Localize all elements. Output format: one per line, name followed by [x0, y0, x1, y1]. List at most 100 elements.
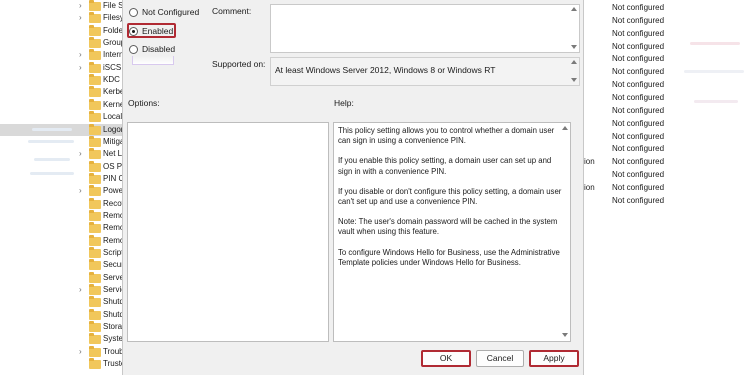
- chevron-right-icon[interactable]: ›: [79, 347, 87, 357]
- tree-item[interactable]: › iSCSI: [0, 61, 124, 74]
- tree-item[interactable]: KDC: [0, 74, 122, 86]
- tree-item-label: Shutd: [103, 297, 124, 307]
- policy-state: Not configured: [612, 28, 665, 38]
- policy-state: Not configured: [612, 3, 665, 12]
- help-scrollbar[interactable]: [561, 123, 570, 341]
- scroll-up-icon[interactable]: [562, 126, 568, 130]
- tree-item[interactable]: Scripts: [0, 247, 127, 259]
- folder-icon: [89, 247, 101, 258]
- chevron-right-icon[interactable]: ›: [79, 186, 87, 196]
- tree-item-label: Intern: [103, 50, 124, 60]
- tree-item[interactable]: › Troub: [0, 345, 124, 358]
- radio-circle[interactable]: [129, 45, 138, 54]
- tree-item[interactable]: Group: [0, 37, 125, 49]
- help-paragraph: If you disable or don't configure this p…: [338, 186, 562, 207]
- folder-icon: [89, 0, 101, 11]
- radio-not-configured[interactable]: Not Configured: [129, 6, 199, 19]
- ok-button[interactable]: OK: [421, 350, 471, 367]
- folder-icon: [89, 259, 101, 271]
- apply-button[interactable]: Apply: [529, 350, 579, 367]
- comment-textarea[interactable]: [270, 4, 580, 53]
- tree-item-label: Powe: [103, 186, 124, 196]
- folder-icon: [89, 358, 101, 370]
- policy-settings-dialog: Not Configured Enabled Disabled Comment:…: [122, 0, 584, 375]
- tree-item[interactable]: Truste: [0, 358, 125, 370]
- tree-item-label: iSCSI: [103, 62, 124, 72]
- chevron-right-icon[interactable]: ›: [79, 149, 87, 159]
- folder-icon: [89, 172, 101, 184]
- help-paragraph: Note: The user's domain password will be…: [338, 217, 558, 237]
- policy-state: Not configured: [612, 170, 665, 180]
- radio-disabled[interactable]: Disabled: [129, 43, 175, 56]
- folder-icon: [89, 308, 101, 320]
- scroll-down-icon[interactable]: [571, 78, 577, 82]
- tree-item[interactable]: › Intern: [0, 49, 124, 61]
- comment-label: Comment:: [212, 6, 252, 16]
- tree-item[interactable]: Remo: [0, 222, 124, 234]
- policy-state: Not configured: [612, 131, 665, 141]
- folder-icon: [89, 321, 101, 333]
- chevron-right-icon[interactable]: ›: [79, 50, 87, 60]
- scroll-up-icon[interactable]: [571, 60, 577, 64]
- tree-item[interactable]: Kerne: [0, 98, 124, 111]
- policy-state: Not configured: [612, 182, 665, 192]
- policy-state: Not configured: [612, 92, 665, 102]
- folder-icon: [89, 37, 101, 49]
- tree-item[interactable]: Server: [0, 271, 127, 284]
- scroll-down-icon[interactable]: [571, 45, 577, 49]
- folder-icon: [89, 123, 101, 135]
- tree-item-label: KDC: [103, 75, 120, 85]
- folder-icon: [89, 148, 101, 160]
- chevron-right-icon[interactable]: ›: [79, 285, 87, 295]
- folder-icon: [89, 160, 101, 172]
- radio-circle[interactable]: [129, 8, 138, 17]
- policy-state: Not configured: [612, 67, 665, 77]
- tree-item[interactable]: Shutd: [0, 308, 124, 321]
- chevron-right-icon[interactable]: ›: [79, 1, 87, 11]
- tree-item[interactable]: Syster: [0, 333, 126, 345]
- tree-item-label: Secur: [103, 260, 124, 270]
- help-paragraph: This policy setting allows you to contro…: [338, 126, 555, 146]
- folder-icon: [89, 111, 101, 123]
- cancel-button[interactable]: Cancel: [476, 350, 524, 367]
- policy-state: Not configured: [612, 118, 665, 128]
- options-pane: [127, 122, 329, 342]
- chevron-right-icon[interactable]: ›: [79, 13, 87, 23]
- help-paragraph: If you enable this policy setting, a dom…: [338, 156, 552, 176]
- folder-icon: [89, 74, 101, 86]
- policy-state: Not configured: [612, 157, 665, 167]
- tree-item[interactable]: Storag: [0, 321, 127, 333]
- truncated-cell: ion: [584, 157, 595, 167]
- help-pane[interactable]: This policy setting allows you to contro…: [333, 122, 571, 342]
- chevron-right-icon[interactable]: ›: [79, 63, 87, 73]
- folder-icon: [89, 12, 101, 24]
- scroll-down-icon[interactable]: [562, 333, 568, 337]
- folder-icon: [89, 86, 101, 98]
- tree-item[interactable]: Shutd: [0, 296, 124, 308]
- policy-state: Not configured: [612, 195, 665, 205]
- scroll-up-icon[interactable]: [571, 7, 577, 11]
- comment-scrollbar[interactable]: [570, 5, 579, 52]
- folder-icon: [89, 135, 101, 147]
- folder-icon: [89, 24, 101, 36]
- radio-label: Disabled: [142, 44, 176, 54]
- folder-icon: [89, 49, 101, 61]
- policy-tree: › File Sh › Filesy Folde Group › Intern › iSCSI KD…: [0, 0, 128, 375]
- tree-item[interactable]: Secur: [0, 259, 124, 271]
- tree-item-label: Shutd: [103, 309, 124, 319]
- tree-item-label: Filesy: [103, 13, 124, 23]
- tree-item[interactable]: › Servic: [0, 284, 125, 296]
- tree-item[interactable]: Kerbe: [0, 86, 124, 98]
- folder-icon: [89, 234, 101, 246]
- tree-item[interactable]: Remo: [0, 209, 124, 222]
- tree-item[interactable]: › Filesy: [0, 12, 124, 24]
- tree-item-label: Locali: [103, 112, 124, 122]
- radio-label: Not Configured: [142, 7, 200, 17]
- tree-item[interactable]: › File Sh: [0, 0, 128, 12]
- policy-state-column: Not configured Not configured Not configur…: [584, 0, 750, 375]
- folder-icon: [89, 284, 101, 296]
- tree-item[interactable]: Folde: [0, 24, 123, 37]
- tree-item[interactable]: Remo: [0, 234, 124, 247]
- folder-icon: [89, 61, 101, 73]
- supported-scrollbar[interactable]: [570, 58, 579, 85]
